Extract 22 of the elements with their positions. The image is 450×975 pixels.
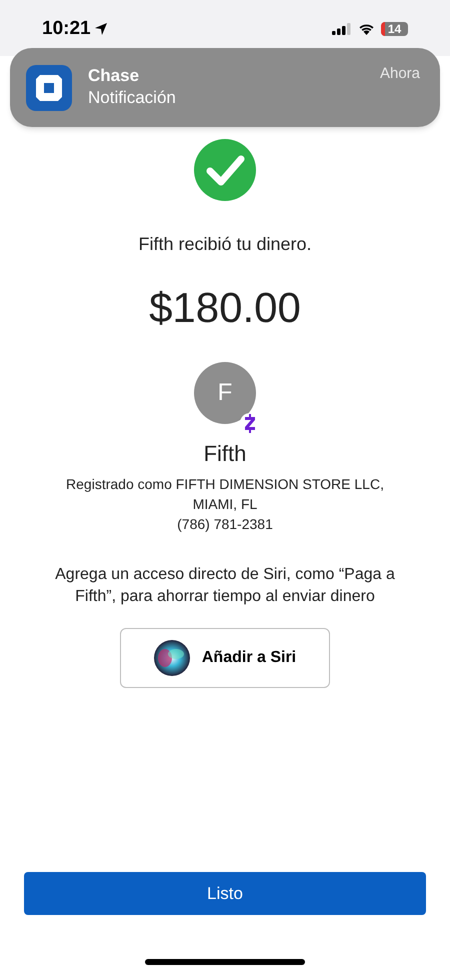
wifi-icon	[358, 23, 375, 35]
amount: $180.00	[149, 283, 301, 333]
recipient-phone: (786) 781-2381	[177, 515, 273, 534]
done-button[interactable]: Listo	[24, 872, 426, 915]
recipient-location: MIAMI, FL	[192, 495, 258, 514]
notification-message: Notificación	[88, 87, 177, 109]
siri-prompt: Agrega un acceso directo de Siri, como “Paga a Fifth”, para ahorrar tiempo al enviar dinero	[54, 565, 396, 607]
add-to-siri-button[interactable]: Añadir a Siri	[120, 628, 330, 688]
confirmation-message: Fifth recibió tu dinero.	[138, 233, 312, 256]
notification-banner[interactable]: Chase Notificación Ahora	[10, 48, 440, 127]
notification-title: Chase	[88, 65, 140, 87]
registered-name: Registrado como FIFTH DIMENSION STORE LLC,	[66, 475, 384, 494]
signal-icon	[332, 23, 352, 35]
app-icon	[26, 65, 72, 111]
battery-icon: 14	[381, 22, 408, 36]
location-arrow-icon	[94, 22, 108, 36]
success-check-icon	[194, 139, 256, 201]
status-time: 10:21	[42, 16, 91, 41]
notification-time: Ahora	[380, 64, 420, 84]
siri-icon	[154, 640, 190, 676]
avatar: F	[194, 362, 256, 424]
recipient-name: Fifth	[204, 440, 246, 468]
